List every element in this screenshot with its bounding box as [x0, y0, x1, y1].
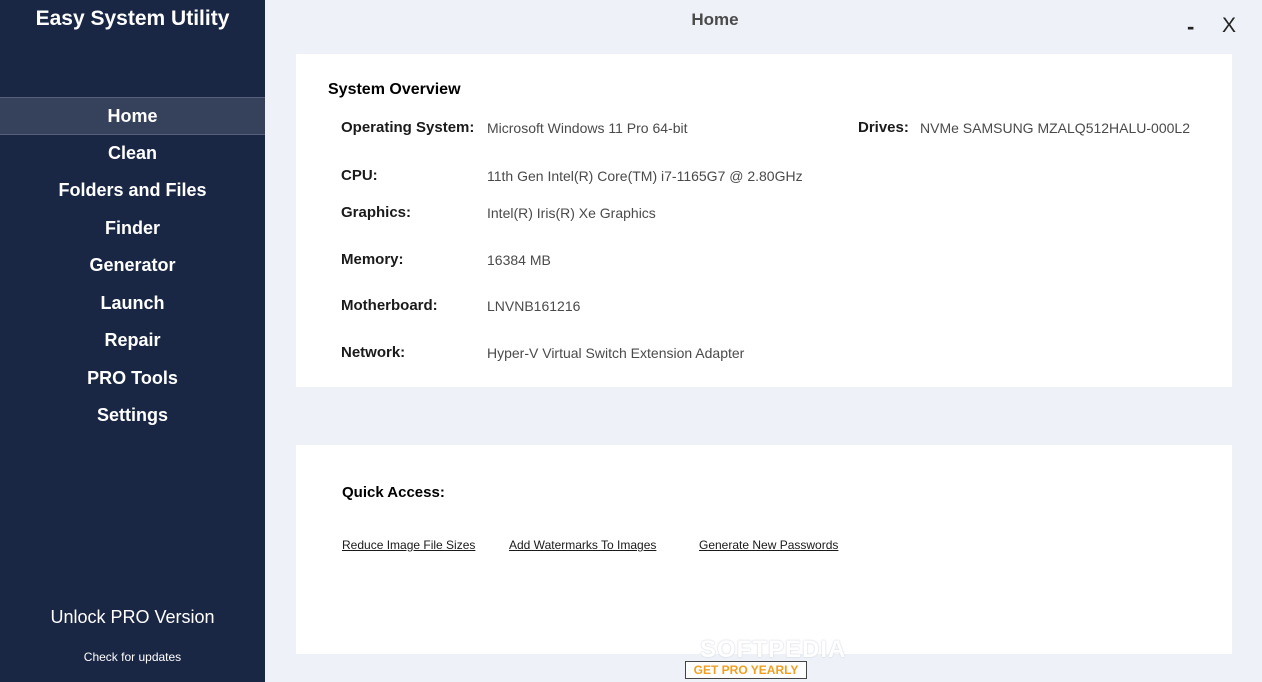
minimize-button[interactable]: - [1187, 14, 1194, 40]
sidebar-nav: Home Clean Folders and Files Finder Gene… [0, 97, 265, 435]
drives-label: Drives: [858, 119, 909, 136]
sidebar-item-folders-and-files[interactable]: Folders and Files [0, 172, 265, 210]
sidebar-item-repair[interactable]: Repair [0, 322, 265, 360]
quick-access-card: Quick Access: Reduce Image File Sizes Ad… [296, 445, 1232, 654]
sidebar-item-generator[interactable]: Generator [0, 247, 265, 285]
motherboard-label: Motherboard: [341, 297, 438, 314]
add-watermarks-link[interactable]: Add Watermarks To Images [509, 538, 656, 552]
generate-passwords-link[interactable]: Generate New Passwords [699, 538, 838, 552]
network-label: Network: [341, 344, 406, 361]
sidebar-item-home[interactable]: Home [0, 97, 265, 135]
memory-value: 16384 MB [487, 252, 551, 268]
sidebar-item-launch[interactable]: Launch [0, 285, 265, 323]
os-value: Microsoft Windows 11 Pro 64-bit [487, 120, 688, 136]
sidebar-item-finder[interactable]: Finder [0, 210, 265, 248]
unlock-pro-link[interactable]: Unlock PRO Version [0, 607, 265, 628]
softpedia-watermark: SOFTPEDIA [700, 636, 847, 663]
get-pro-yearly-button[interactable]: GET PRO YEARLY [685, 661, 807, 679]
network-value: Hyper-V Virtual Switch Extension Adapter [487, 345, 745, 361]
cpu-value: 11th Gen Intel(R) Core(TM) i7-1165G7 @ 2… [487, 168, 803, 184]
motherboard-value: LNVNB161216 [487, 298, 581, 314]
system-overview-card: System Overview Operating System: Micros… [296, 54, 1232, 387]
sidebar-item-settings[interactable]: Settings [0, 397, 265, 435]
os-label: Operating System: [341, 119, 475, 136]
check-updates-link[interactable]: Check for updates [0, 650, 265, 664]
cpu-label: CPU: [341, 167, 378, 184]
graphics-label: Graphics: [341, 204, 412, 221]
page-title: Home [691, 10, 739, 29]
close-button[interactable]: X [1222, 14, 1236, 38]
app-title: Easy System Utility [35, 7, 230, 30]
system-overview-title: System Overview [328, 81, 461, 98]
sidebar-item-clean[interactable]: Clean [0, 135, 265, 173]
memory-label: Memory: [341, 251, 404, 268]
graphics-value: Intel(R) Iris(R) Xe Graphics [487, 205, 656, 221]
sidebar-item-pro-tools[interactable]: PRO Tools [0, 360, 265, 398]
drives-value: NVMe SAMSUNG MZALQ512HALU-000L2 [920, 120, 1190, 136]
reduce-image-link[interactable]: Reduce Image File Sizes [342, 538, 475, 552]
sidebar: Easy System Utility Home Clean Folders a… [0, 0, 265, 682]
quick-access-title: Quick Access: [342, 484, 445, 501]
